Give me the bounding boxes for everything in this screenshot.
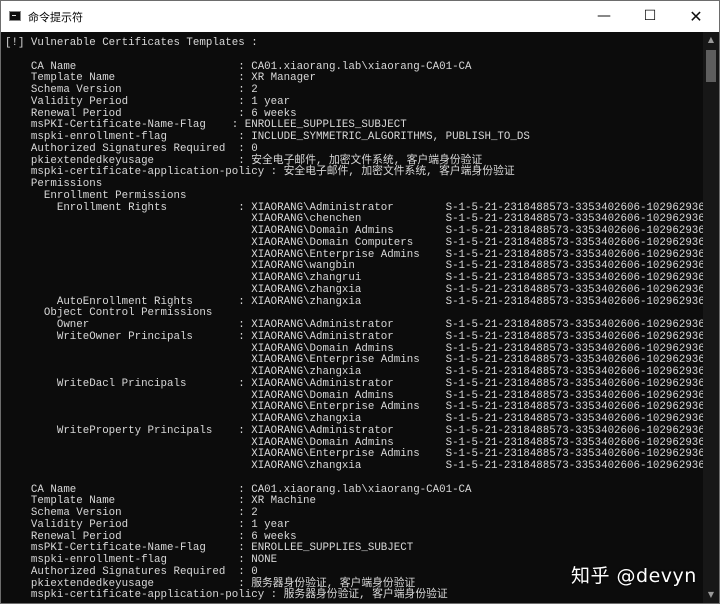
console-line: pkiextendedkeyusage : 服务器身份验证, 客户端身份验证 xyxy=(5,577,416,590)
console-line: WriteOwner Principals : XIAORANG\Adminis… xyxy=(5,330,703,343)
console-line: AutoEnrollment Rights : XIAORANG\zhangxi… xyxy=(5,295,703,308)
scroll-up-arrow-icon[interactable]: ▲ xyxy=(703,32,719,48)
console-line: XIAORANG\zhangxia S-1-5-21-2318488573-33… xyxy=(5,460,703,472)
console-line: mspki-enrollment-flag : INCLUDE_SYMMETRI… xyxy=(5,131,530,143)
console-line: mspki-certificate-application-policy : 服… xyxy=(5,589,448,602)
console-line: WriteDacl Principals : XIAORANG\Administ… xyxy=(5,377,703,390)
console-line: Object Control Permissions xyxy=(5,307,213,320)
console-line: XIAORANG\zhangxia S-1-5-21-2318488573-33… xyxy=(5,366,703,378)
console-line: Schema Version : 2 xyxy=(5,507,258,519)
console-line: Validity Period : 1 year xyxy=(5,95,291,108)
minimize-button[interactable]: — xyxy=(581,1,627,32)
console-line: Enrollment Permissions xyxy=(5,189,187,202)
console-line: Enrollment Rights : XIAORANG\Administrat… xyxy=(5,201,703,214)
console-line: XIAORANG\Enterprise Admins S-1-5-21-2318… xyxy=(5,354,703,367)
console-line: Authorized Signatures Required : 0 xyxy=(5,565,258,578)
console-line: Schema Version : 2 xyxy=(5,84,258,96)
console-line: msPKI-Certificate-Name-Flag : ENROLLEE_S… xyxy=(5,542,414,555)
maximize-button[interactable]: ☐ xyxy=(627,1,673,32)
console-line: XIAORANG\Domain Computers S-1-5-21-23184… xyxy=(5,236,703,249)
console-line: msPKI-Certificate-Name-Flag : ENROLLEE_S… xyxy=(5,119,407,132)
console-line: Template Name : XR Machine xyxy=(5,495,317,508)
console-line: XIAORANG\Enterprise Admins S-1-5-21-2318… xyxy=(5,401,703,414)
zhihu-watermark: 知乎 @devyn xyxy=(571,565,697,587)
console-line: Renewal Period : 6 weeks xyxy=(5,530,297,543)
title-bar[interactable]: 命令提示符 — ☐ ✕ xyxy=(1,1,719,32)
console-line: XIAORANG\Domain Admins S-1-5-21-23184885… xyxy=(5,225,703,237)
command-prompt-window: 命令提示符 — ☐ ✕ [!] Vulnerable Certificates … xyxy=(0,0,720,604)
console-line: Authorized Signatures Required : 0 xyxy=(5,142,258,155)
console-text: [!] Vulnerable Certificates Templates : … xyxy=(1,32,703,602)
console-line: Template Name : XR Manager xyxy=(5,72,317,85)
console-line: CA Name : CA01.xiaorang.lab\xiaorang-CA0… xyxy=(5,60,472,73)
console-line: XIAORANG\Domain Admins S-1-5-21-23184885… xyxy=(5,389,703,402)
window-title: 命令提示符 xyxy=(28,11,83,24)
console-line: XIAORANG\zhangxia S-1-5-21-2318488573-33… xyxy=(5,413,703,425)
console-output-area[interactable]: [!] Vulnerable Certificates Templates : … xyxy=(1,32,703,603)
console-line: XIAORANG\Enterprise Admins S-1-5-21-2318… xyxy=(5,248,703,261)
console-line: Owner : XIAORANG\Administrator S-1-5-21-… xyxy=(5,319,703,331)
vertical-scrollbar[interactable]: ▲ ▼ xyxy=(703,32,719,603)
console-line: XIAORANG\Domain Admins S-1-5-21-23184885… xyxy=(5,342,703,355)
scroll-down-arrow-icon[interactable]: ▼ xyxy=(703,587,719,603)
console-line: mspki-enrollment-flag : NONE xyxy=(5,554,278,566)
console-line: XIAORANG\zhangrui S-1-5-21-2318488573-33… xyxy=(5,272,703,284)
console-line: XIAORANG\zhangxia S-1-5-21-2318488573-33… xyxy=(5,283,703,296)
scrollbar-thumb[interactable] xyxy=(706,50,716,82)
console-line: Renewal Period : 6 weeks xyxy=(5,107,297,120)
console-line: Permissions xyxy=(5,178,103,190)
console-line: Validity Period : 1 year xyxy=(5,518,291,531)
console-line: pkiextendedkeyusage : 安全电子邮件, 加密文件系统, 客户… xyxy=(5,154,483,167)
console-line: [!] Vulnerable Certificates Templates : xyxy=(5,37,258,49)
console-line: XIAORANG\Enterprise Admins S-1-5-21-2318… xyxy=(5,448,703,461)
console-line: XIAORANG\wangbin S-1-5-21-2318488573-335… xyxy=(5,260,703,273)
console-line: XIAORANG\Domain Admins S-1-5-21-23184885… xyxy=(5,436,703,449)
cmd-console-icon xyxy=(9,11,21,21)
console-line: mspki-certificate-application-policy : 安… xyxy=(5,166,515,179)
console-line: WriteProperty Principals : XIAORANG\Admi… xyxy=(5,424,703,437)
console-line: CA Name : CA01.xiaorang.lab\xiaorang-CA0… xyxy=(5,483,472,496)
console-line: XIAORANG\chenchen S-1-5-21-2318488573-33… xyxy=(5,213,703,226)
close-button[interactable]: ✕ xyxy=(673,1,719,32)
